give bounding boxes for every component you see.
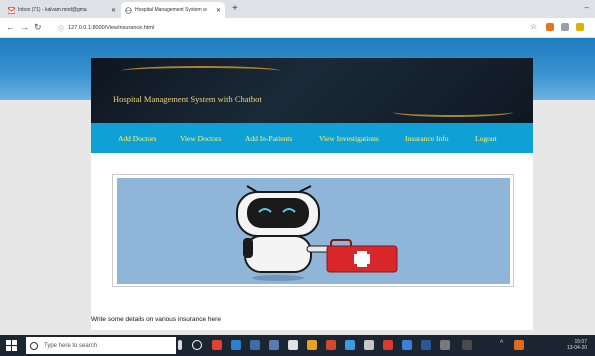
star-icon[interactable]: ☆: [530, 22, 537, 31]
site-banner: Hospital Management System with Chatbot: [91, 58, 533, 123]
close-icon[interactable]: ✕: [216, 7, 221, 14]
taskbar: Type here to search ^ 15:07 13-04-20: [0, 335, 595, 356]
windows-start-icon[interactable]: [6, 340, 17, 351]
edge-icon[interactable]: [231, 340, 241, 350]
app-icon[interactable]: [364, 340, 374, 350]
banner-decoration: [393, 107, 513, 117]
tab-gmail[interactable]: Inbox (71) - kalvam.mnd@gma ✕: [4, 2, 120, 18]
globe-icon: [125, 6, 132, 14]
app-icon[interactable]: [269, 340, 279, 350]
forward-icon[interactable]: →: [20, 22, 29, 32]
menu-item-add-in-patients[interactable]: Add In-Patients: [245, 134, 292, 143]
menu-item-logout[interactable]: Logout: [475, 134, 497, 143]
extension-icon[interactable]: [561, 23, 569, 31]
extension-icon[interactable]: [546, 23, 554, 31]
main-menu: Add Doctors View Doctors Add In-Patients…: [91, 123, 533, 153]
cortana-icon: [30, 341, 38, 350]
search-placeholder: Type here to search: [44, 342, 98, 349]
banner-decoration: [121, 66, 281, 76]
tab-label: Inbox (71) - kalvam.mnd@gma: [18, 7, 87, 13]
chatbot-illustration: [117, 178, 510, 284]
tab-hospital[interactable]: Hospital Management System w ✕: [121, 2, 225, 18]
robot-medical-kit-image: [236, 185, 398, 281]
app-icon[interactable]: [250, 340, 260, 350]
insurance-caption: Write some details on various insurance …: [91, 316, 221, 323]
new-tab-icon[interactable]: +: [232, 3, 238, 14]
image-frame: [112, 174, 514, 287]
app-icon[interactable]: [383, 340, 393, 350]
mic-icon[interactable]: [178, 340, 182, 350]
menu-item-view-investigations[interactable]: View Investigations: [319, 134, 379, 143]
site-title: Hospital Management System with Chatbot: [113, 94, 262, 104]
menu-item-view-doctors[interactable]: View Doctors: [180, 134, 221, 143]
info-icon[interactable]: ⓘ: [58, 24, 64, 33]
app-icon[interactable]: [440, 340, 450, 350]
app-icon[interactable]: [402, 340, 412, 350]
app-icon[interactable]: [307, 340, 317, 350]
minimize-icon[interactable]: –: [585, 3, 589, 12]
site-container: Hospital Management System with Chatbot …: [91, 58, 533, 330]
reload-icon[interactable]: ↻: [34, 22, 42, 33]
menu-item-insurance-info[interactable]: Insurance Info: [405, 134, 449, 143]
url-text: 127.0.0.1:8000/ViewInsurance.html: [68, 25, 155, 31]
system-clock[interactable]: 15:07 13-04-20: [567, 339, 587, 351]
browser-tab-bar: Inbox (71) - kalvam.mnd@gma ✕ Hospital M…: [0, 0, 595, 18]
task-view-icon[interactable]: [192, 340, 202, 350]
address-bar: ← → ↻ ⓘ 127.0.0.1:8000/ViewInsurance.htm…: [0, 18, 595, 38]
menu-item-add-doctors[interactable]: Add Doctors: [118, 134, 157, 143]
taskbar-search-input[interactable]: Type here to search: [26, 337, 176, 354]
store-icon[interactable]: [288, 340, 298, 350]
chevron-up-icon[interactable]: ^: [500, 340, 510, 350]
gmail-icon: [8, 6, 15, 14]
close-icon[interactable]: ✕: [111, 7, 116, 14]
app-icon[interactable]: [345, 340, 355, 350]
app-icon[interactable]: [462, 340, 472, 350]
clock-date: 13-04-20: [566, 345, 587, 351]
app-icon[interactable]: [421, 340, 431, 350]
back-icon[interactable]: ←: [6, 22, 15, 32]
tab-label: Hospital Management System w: [135, 7, 207, 13]
extension-icon[interactable]: [576, 23, 584, 31]
app-icon[interactable]: [212, 340, 222, 350]
url-input[interactable]: ⓘ 127.0.0.1:8000/ViewInsurance.html: [58, 22, 518, 34]
app-icon[interactable]: [326, 340, 336, 350]
tray-icon[interactable]: [514, 340, 524, 350]
